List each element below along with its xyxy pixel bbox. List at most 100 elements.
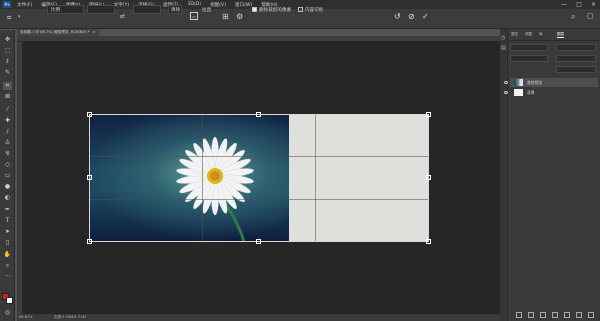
swap-icon[interactable]: ⇄	[120, 13, 125, 20]
fill-field[interactable]	[556, 66, 596, 73]
frame-tool-icon[interactable]: ⊠	[3, 93, 12, 101]
new-group-icon[interactable]	[564, 312, 570, 318]
straighten-label[interactable]: 拉直	[202, 7, 211, 13]
new-layer-icon[interactable]	[576, 312, 582, 318]
reset-icon[interactable]: ↺	[394, 12, 401, 21]
crop-handle-bottom-right[interactable]	[426, 239, 431, 244]
document-title: 未标题-1 @ 66.7% (裁剪预览, RGB/8#) *	[20, 30, 90, 34]
zoom-level[interactable]: 66.67%	[19, 315, 33, 319]
blend-mode-select[interactable]	[556, 44, 596, 51]
dodge-tool-icon[interactable]: ◐	[3, 194, 12, 202]
history-brush-icon[interactable]: ↯	[3, 150, 12, 158]
visibility-eye-icon[interactable]	[504, 91, 508, 94]
menu-type[interactable]: 文字(Y)	[114, 2, 130, 8]
tab-layers[interactable]: 图层	[557, 32, 565, 38]
minimize-button[interactable]: —	[561, 1, 567, 8]
crop-box[interactable]	[89, 114, 429, 242]
layer-filter-select[interactable]	[510, 44, 548, 51]
menu-3d[interactable]: 3D(D)	[187, 2, 201, 7]
crop-handle-left[interactable]	[87, 175, 92, 180]
crop-tool-active-icon[interactable]: ⌗	[3, 82, 12, 90]
panel-divider	[509, 40, 599, 41]
search-icon[interactable]: ⌕	[571, 12, 575, 22]
path-select-icon[interactable]: ➤	[3, 228, 12, 236]
clear-button-label: 清除	[171, 8, 181, 13]
layer-row-crop-preview[interactable]: 裁剪预览	[504, 78, 598, 87]
zoom-tool-icon[interactable]: ⌕	[3, 262, 12, 270]
shape-tool-icon[interactable]: ▯	[3, 239, 12, 247]
delete-cropped-checkbox[interactable]	[252, 7, 257, 12]
layer-name: 裁剪预览	[527, 80, 543, 85]
tab-libraries[interactable]: 库	[539, 32, 543, 37]
status-bar: 66.67% 文档:2.93M/1.71M	[17, 314, 500, 321]
app-logo: Ps	[3, 1, 11, 8]
chevron-down-icon[interactable]: ▾	[18, 14, 26, 22]
ratio-select-value: 比例	[51, 8, 61, 13]
settings-gear-icon[interactable]: ⚙	[236, 12, 243, 21]
close-button[interactable]: ×	[591, 1, 596, 8]
eraser-tool-icon[interactable]: ◇	[3, 161, 12, 169]
type-tool-icon[interactable]: T	[3, 217, 12, 225]
tab-adjustments[interactable]: 调整	[525, 32, 532, 37]
ratio-select[interactable]: 比例	[47, 5, 84, 14]
adjustment-layer-icon[interactable]	[552, 312, 558, 318]
stamp-tool-icon[interactable]: ♙	[3, 139, 12, 147]
visibility-eye-icon[interactable]	[504, 81, 508, 84]
eyedropper-tool-icon[interactable]: ⁄	[3, 106, 12, 114]
delete-cropped-label: 删除裁剪的像素	[259, 8, 292, 13]
window-controls: — □ ×	[561, 0, 596, 9]
crop-handle-top[interactable]	[256, 112, 261, 117]
marquee-tool-icon[interactable]: ⬚	[3, 47, 12, 55]
menu-file[interactable]: 文件(F)	[17, 2, 32, 8]
width-field[interactable]	[87, 5, 115, 14]
content-aware-label: 内容识别	[305, 8, 324, 13]
layer-thumbnail	[514, 79, 523, 86]
quick-select-tool-icon[interactable]: ✎	[3, 69, 12, 77]
crop-handle-bottom[interactable]	[256, 239, 261, 244]
quick-mask-icon[interactable]: ◎	[3, 309, 12, 317]
history-panel-icon[interactable]: ◷	[501, 35, 505, 41]
lasso-tool-icon[interactable]: ℓ	[3, 58, 12, 66]
tab-properties[interactable]: 属性	[511, 32, 518, 37]
opacity-field[interactable]	[556, 55, 596, 62]
crop-handle-top-right[interactable]	[426, 112, 431, 117]
crop-tool-icon[interactable]: ⌗	[4, 13, 14, 23]
commit-check-icon[interactable]: ✓	[422, 12, 429, 21]
layer-row-background[interactable]: 背景	[504, 88, 598, 97]
document-tab[interactable]: 未标题-1 @ 66.7% (裁剪预览, RGB/8#) * ×	[17, 29, 99, 36]
healing-tool-icon[interactable]: ✚	[3, 117, 12, 125]
clear-button[interactable]: 清除	[168, 5, 182, 14]
layer-thumbnail	[514, 89, 523, 96]
panel-icon-strip: ◷ ▤	[500, 29, 508, 321]
lock-options[interactable]	[510, 55, 548, 62]
content-aware-checkbox[interactable]	[298, 7, 303, 12]
document-close-button[interactable]: ×	[93, 30, 96, 34]
overlay-grid-icon[interactable]: ⊞	[222, 12, 229, 21]
cancel-icon[interactable]: ⊘	[408, 12, 415, 21]
workspace-icon[interactable]: ▢	[587, 12, 594, 20]
blur-tool-icon[interactable]: ●	[3, 183, 12, 191]
maximize-button[interactable]: □	[576, 1, 582, 8]
crop-handle-top-left[interactable]	[87, 112, 92, 117]
brush-tool-icon[interactable]: ∕	[3, 128, 12, 136]
menu-window[interactable]: 窗口(W)	[235, 2, 252, 8]
crop-handle-right[interactable]	[426, 175, 431, 180]
move-tool-icon[interactable]: ✥	[3, 36, 12, 44]
height-field[interactable]	[133, 5, 161, 14]
layer-name: 背景	[527, 90, 535, 95]
delete-layer-icon[interactable]	[588, 312, 594, 318]
menu-view[interactable]: 视图(V)	[210, 2, 226, 8]
background-color-swatch[interactable]	[6, 297, 13, 304]
link-layers-icon[interactable]	[516, 312, 522, 318]
document-info[interactable]: 文档:2.93M/1.71M	[54, 315, 86, 319]
straighten-icon[interactable]: ▭	[190, 12, 198, 20]
gradient-tool-icon[interactable]: ▭	[3, 172, 12, 180]
pen-tool-icon[interactable]: ✒	[3, 206, 12, 214]
layer-mask-icon[interactable]	[540, 312, 546, 318]
hand-tool-icon[interactable]: ✋	[3, 251, 12, 259]
layer-style-icon[interactable]	[528, 312, 534, 318]
properties-panel-icon[interactable]: ▤	[501, 45, 506, 51]
crop-handle-bottom-left[interactable]	[87, 239, 92, 244]
toolbox: ✥ ⬚ ℓ ✎ ⌗ ⊠ ⁄ ✚ ∕ ♙ ↯ ◇ ▭ ● ◐ ✒ T ➤ ▯ ✋ …	[0, 30, 15, 321]
more-tools-icon[interactable]: ···	[3, 273, 12, 281]
